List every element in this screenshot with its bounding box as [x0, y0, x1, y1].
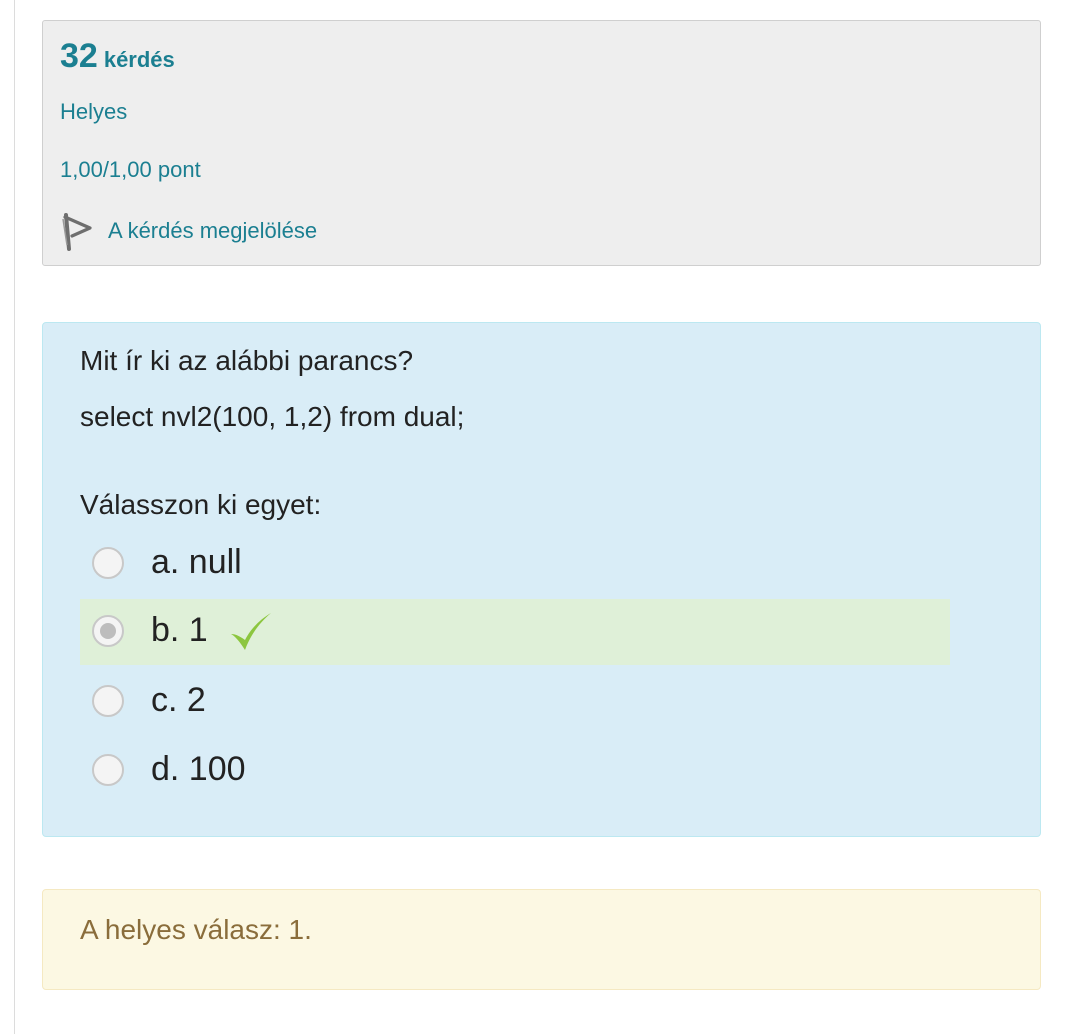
answer-label-c: c. 2	[151, 681, 206, 719]
question-state: Helyes	[60, 99, 128, 124]
flag-question-label: A kérdés megjelölése	[108, 218, 318, 243]
question-number-value: 32	[60, 37, 98, 75]
question-info-panel: 32 kérdés Helyes 1,00/1,00 pont A kérdés …	[42, 20, 1041, 266]
flag-icon	[62, 213, 92, 251]
answer-option-c[interactable]: c. 2	[80, 669, 950, 735]
flag-question-link[interactable]: A kérdés megjelölése	[60, 211, 317, 251]
question-grade: 1,00/1,00 pont	[60, 157, 201, 182]
question-formulation: Mit ír ki az alábbi parancs? select nvl2…	[42, 322, 1041, 837]
question-text-line-1: Mit ír ki az alábbi parancs?	[80, 345, 414, 376]
question-number-word: kérdés	[103, 47, 175, 72]
question-number: 32 kérdés	[60, 37, 175, 76]
answer-radio-c[interactable]	[92, 685, 124, 717]
answer-option-a[interactable]: a. null	[80, 531, 950, 597]
answer-option-d[interactable]: d. 100	[80, 738, 950, 804]
right-answer-text: A helyes válasz: 1.	[80, 914, 312, 945]
answer-option-b[interactable]: b. 1	[80, 599, 950, 665]
answer-label-b: b. 1	[151, 611, 208, 649]
checkmark-icon	[231, 613, 271, 650]
answer-radio-a[interactable]	[92, 547, 124, 579]
feedback-panel: A helyes válasz: 1.	[42, 889, 1041, 990]
answer-label-a: a. null	[151, 543, 242, 581]
question-page: 32 kérdés Helyes 1,00/1,00 pont A kérdés …	[14, 0, 1079, 1034]
answer-radio-b[interactable]	[92, 615, 124, 647]
answer-label-d: d. 100	[151, 750, 246, 788]
answer-prompt: Válasszon ki egyet:	[80, 489, 322, 520]
question-text-line-2: select nvl2(100, 1,2) from dual;	[80, 401, 465, 432]
answer-radio-d[interactable]	[92, 754, 124, 786]
